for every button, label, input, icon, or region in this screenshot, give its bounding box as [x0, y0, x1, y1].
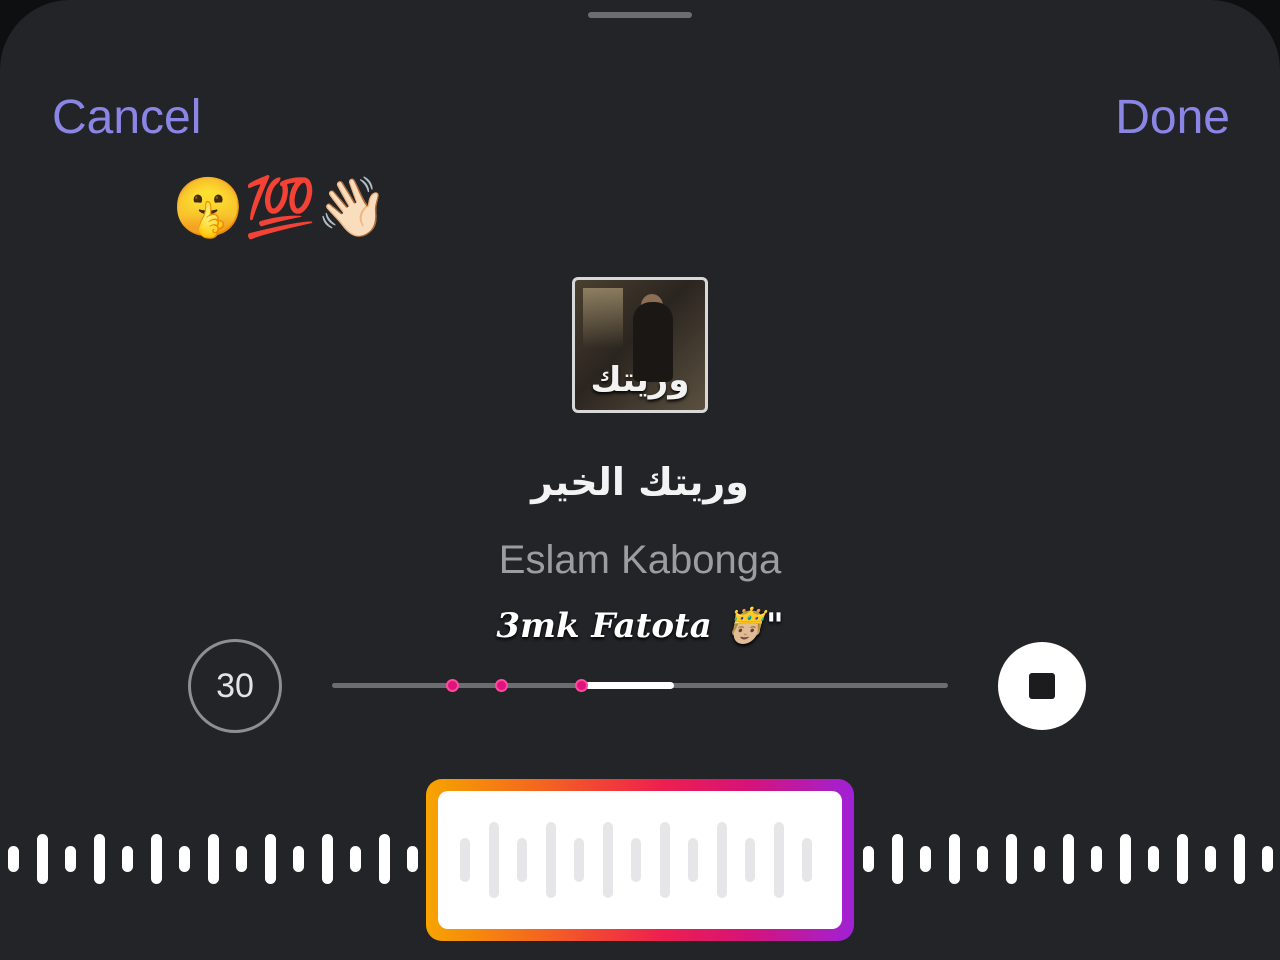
music-picker-sheet: Cancel Done 🤫💯👋🏻 وريتك وريتك الخير Eslam… [0, 0, 1280, 960]
waveform-bar [1262, 846, 1273, 872]
waveform-bar-selected [602, 822, 613, 898]
waveform-bar-selected [460, 838, 470, 882]
clip-selector-window [438, 791, 842, 929]
waveform-bar [1233, 834, 1245, 884]
waveform-bar [1005, 834, 1017, 884]
track-marker [575, 679, 589, 692]
waveform-bar [1034, 846, 1045, 872]
song-title: وريتك الخير [531, 460, 749, 504]
clip-range-indicator [584, 682, 674, 689]
waveform-bar-selected [631, 838, 641, 882]
waveform-bar-selected [773, 822, 784, 898]
waveform-bar [236, 846, 247, 872]
cover-light [583, 288, 623, 348]
clip-selector[interactable] [426, 779, 854, 941]
waveform-bar [1148, 846, 1159, 872]
clip-duration-value: 30 [216, 666, 254, 705]
waveform-bar [1205, 846, 1216, 872]
waveform-bar [977, 846, 988, 872]
track-marker [495, 679, 509, 692]
cover-title-text: وريتك [590, 360, 690, 400]
waveform-bar [264, 834, 276, 884]
track-marker [446, 679, 460, 692]
waveform-bar-selected [517, 838, 527, 882]
waveform-bar [863, 846, 874, 872]
waveform-bar [36, 834, 48, 884]
waveform-bar [948, 834, 960, 884]
waveform-bar [293, 846, 304, 872]
waveform-bar-selected [688, 838, 698, 882]
waveform-bar-selected [659, 822, 670, 898]
waveform-bar [920, 846, 931, 872]
waveform-bar [93, 834, 105, 884]
waveform-bar-selected [716, 822, 727, 898]
waveform-bar [321, 834, 333, 884]
waveform-bar [350, 846, 361, 872]
waveform-bar-selected [745, 838, 755, 882]
waveform-bar [1119, 834, 1131, 884]
waveform-bar-selected [574, 838, 584, 882]
song-artist: Eslam Kabonga [498, 538, 782, 582]
waveform-bar-selected [488, 822, 499, 898]
stop-button[interactable] [998, 642, 1086, 730]
album-cover: وريتك [572, 277, 708, 413]
waveform-bar [65, 846, 76, 872]
waveform-bar [891, 834, 903, 884]
overlay-caption: 3mk Fatota 🤴🏼" [496, 606, 784, 646]
cancel-button[interactable]: Cancel [52, 90, 201, 145]
waveform-bar [150, 834, 162, 884]
waveform-bar [1091, 846, 1102, 872]
waveform-bar [207, 834, 219, 884]
stop-icon [1029, 673, 1055, 699]
waveform-bar-selected [545, 822, 556, 898]
waveform-bar [122, 846, 133, 872]
waveform-bar [1062, 834, 1074, 884]
clip-duration-button[interactable]: 30 [188, 639, 282, 733]
sheet-grabber[interactable] [588, 12, 692, 18]
done-button[interactable]: Done [1115, 90, 1230, 145]
waveform-bar-selected [802, 838, 812, 882]
emoji-sticker: 🤫💯👋🏻 [172, 173, 389, 241]
waveform-bar [407, 846, 418, 872]
waveform-bar [1176, 834, 1188, 884]
playback-track[interactable] [332, 679, 948, 692]
waveform-bar [179, 846, 190, 872]
waveform-bar [378, 834, 390, 884]
waveform-bar [8, 846, 19, 872]
